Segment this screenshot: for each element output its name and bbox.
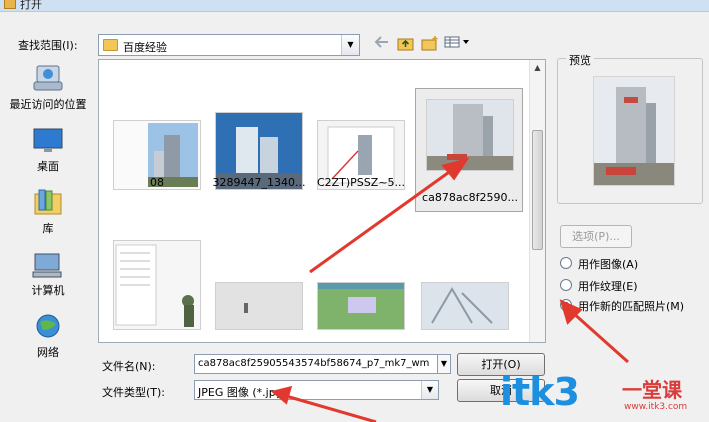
watermark-cn: 一堂课 <box>622 378 682 402</box>
watermark-url: www.itk3.com <box>624 402 688 412</box>
annotation-arrows <box>270 157 629 422</box>
watermark: itk3 一堂课 www.itk3.com <box>500 370 705 422</box>
watermark-logo: itk3 <box>500 370 580 414</box>
red-arrow-icon <box>309 157 470 274</box>
red-arrow-icon <box>270 385 377 422</box>
red-arrow-icon <box>559 299 629 364</box>
